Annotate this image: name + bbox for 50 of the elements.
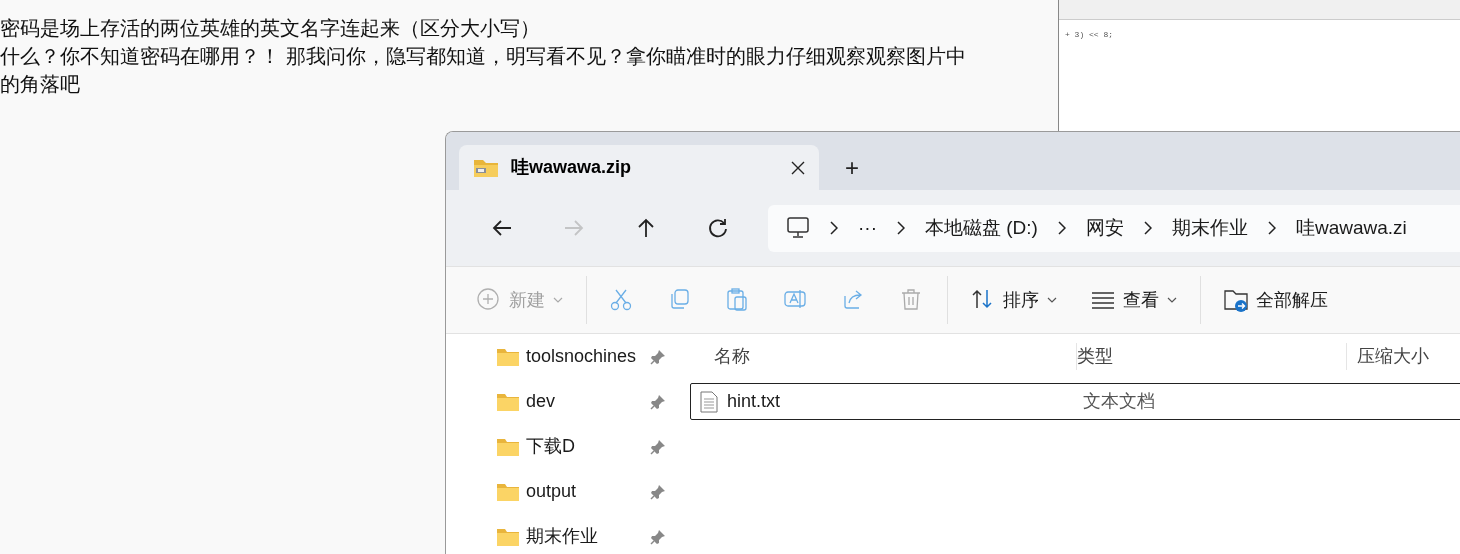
quick-access-item[interactable]: toolsnochines bbox=[496, 334, 666, 379]
folder-extract-icon bbox=[1224, 288, 1248, 312]
quick-access-item[interactable]: 期末作业 bbox=[496, 514, 666, 554]
pin-icon bbox=[650, 438, 666, 455]
chevron-icon bbox=[1267, 221, 1276, 235]
quick-access-item[interactable]: 下载D bbox=[496, 424, 666, 469]
caret-icon bbox=[553, 297, 563, 303]
column-header[interactable]: 名称 bbox=[666, 342, 1076, 370]
plus-circle-icon bbox=[477, 288, 501, 312]
sort-button[interactable]: 排序 bbox=[954, 278, 1074, 322]
folder-icon bbox=[496, 481, 520, 502]
chevron-icon bbox=[1143, 221, 1152, 235]
pin-icon bbox=[650, 393, 666, 410]
text-file-icon bbox=[700, 390, 718, 413]
column-header[interactable]: 类型 bbox=[1076, 342, 1346, 370]
breadcrumb-item[interactable]: 网安 bbox=[1085, 213, 1124, 243]
pin-icon bbox=[650, 348, 666, 365]
view-button[interactable]: 查看 bbox=[1074, 278, 1194, 322]
folder-icon bbox=[496, 436, 520, 457]
pin-icon bbox=[650, 528, 666, 545]
folder-icon bbox=[496, 391, 520, 412]
window-tab[interactable]: 哇wawawa.zip bbox=[459, 145, 819, 190]
text-line: 的角落吧 bbox=[0, 72, 80, 97]
code-line: + 3) << 8; bbox=[1065, 29, 1113, 41]
column-header[interactable]: 压缩大小 bbox=[1346, 342, 1460, 370]
new-tab-button[interactable]: + bbox=[819, 145, 885, 190]
folder-icon bbox=[496, 526, 520, 547]
chevron-icon bbox=[897, 221, 905, 235]
caret-icon bbox=[1167, 297, 1177, 303]
pin-icon bbox=[650, 483, 666, 500]
breadcrumb-item[interactable]: 本地磁盘 (D:) bbox=[925, 213, 1038, 243]
text-line: 密码是场上存活的两位英雄的英文名字连起来（区分大小写） bbox=[0, 16, 540, 41]
overflow-crumb[interactable]: ··· bbox=[858, 213, 877, 243]
chevron-icon bbox=[830, 221, 838, 235]
chevron-icon bbox=[1057, 221, 1066, 235]
copy-icon bbox=[668, 288, 692, 312]
folder-icon bbox=[496, 346, 520, 367]
caret-icon bbox=[1047, 297, 1057, 303]
computer-icon bbox=[786, 216, 810, 240]
quick-access-item[interactable]: output bbox=[496, 469, 666, 514]
clipboard-icon bbox=[726, 288, 750, 312]
text-line: 什么？你不知道密码在哪用？！ 那我问你，隐写都知道，明写看不见？拿你瞄准时的眼力仔细观察观察图片中 bbox=[0, 44, 966, 69]
file-row[interactable]: hint.txt 文本文档 bbox=[690, 383, 1460, 420]
address-bar[interactable]: ··· 本地磁盘 (D:) 网安 期末作业 哇wawawa.zi bbox=[768, 204, 1460, 252]
breadcrumb-item[interactable]: 期末作业 bbox=[1171, 213, 1248, 243]
extract-button[interactable]: 全部解压 bbox=[1207, 278, 1345, 322]
close-icon[interactable] bbox=[791, 160, 805, 175]
quick-access-item[interactable]: dev bbox=[496, 379, 666, 424]
breadcrumb-item[interactable]: 哇wawawa.zi bbox=[1295, 213, 1407, 243]
scissors-icon bbox=[610, 288, 634, 312]
